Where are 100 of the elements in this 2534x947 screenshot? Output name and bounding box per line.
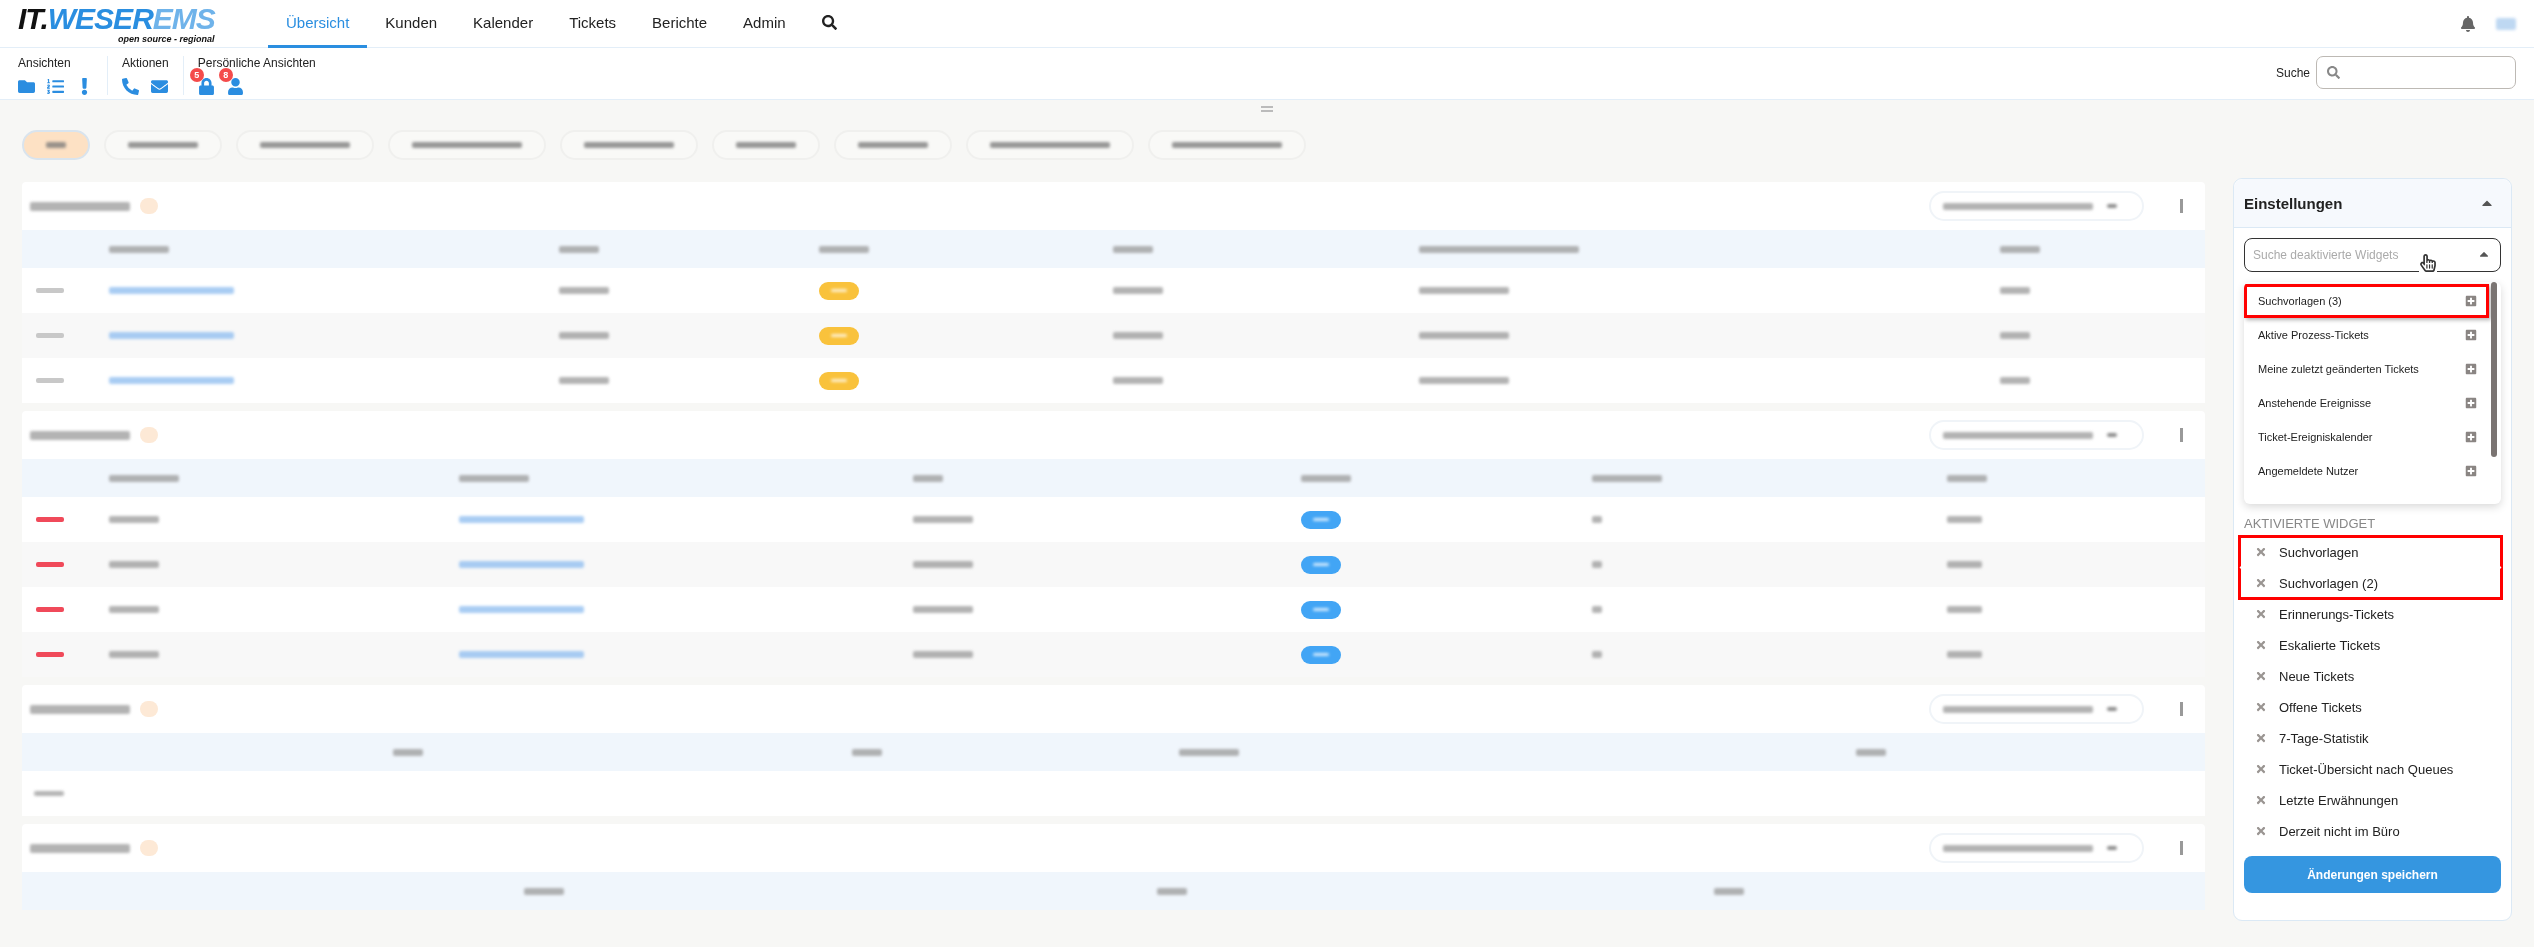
lock-icon[interactable] [197, 78, 215, 95]
remove-icon[interactable] [2255, 639, 2267, 651]
blurred-column-header [559, 245, 599, 253]
section-heading: AKTIVIERTE WIDGET [2244, 516, 2377, 531]
remove-icon[interactable] [2255, 546, 2267, 558]
collapse-handle[interactable] [1261, 106, 1273, 112]
blurred-count [140, 427, 158, 443]
plus-icon[interactable] [2465, 295, 2477, 307]
blurred-column-header [1157, 887, 1188, 895]
sort-dropdown[interactable] [1929, 833, 2144, 863]
hand-cursor-icon [2419, 254, 2437, 272]
sort-dropdown[interactable] [1929, 191, 2144, 221]
filter-chip[interactable] [966, 130, 1134, 160]
blurred-column-header [1301, 474, 1352, 482]
blurred-text [559, 377, 609, 384]
plus-icon[interactable] [2465, 397, 2477, 409]
search-icon[interactable] [821, 14, 837, 30]
blurred-text [1113, 377, 1164, 384]
blurred-text [1999, 377, 2030, 384]
dropdown-item[interactable]: Angemeldete Nutzer [2244, 454, 2489, 488]
filter-chip[interactable] [388, 130, 546, 160]
remove-icon[interactable] [2255, 670, 2267, 682]
toolbar-group-label: Ansichten [18, 56, 72, 70]
dropdown-item[interactable]: Suchvorlagen (3) [2244, 284, 2489, 318]
blurred-text [1591, 651, 1602, 658]
toolbar-group-label: Aktionen [122, 56, 169, 70]
search-label: Suche [2275, 66, 2310, 80]
blurred-text [912, 516, 973, 523]
search-field[interactable] [2316, 56, 2516, 89]
filter-chip[interactable] [236, 130, 374, 160]
blurred-text [109, 516, 160, 523]
dropdown-item[interactable]: Aktive Prozess-Tickets [2244, 318, 2489, 352]
nav-tab[interactable]: Kunden [367, 0, 456, 48]
remove-icon[interactable] [2255, 763, 2267, 775]
filter-chip[interactable] [22, 130, 90, 160]
blurred-column-header [1591, 474, 1662, 482]
plus-icon[interactable] [2465, 465, 2477, 477]
remove-icon[interactable] [2255, 608, 2267, 620]
nav-tab[interactable]: Berichte [634, 0, 726, 48]
filter-chip[interactable] [104, 130, 222, 160]
blurred-link[interactable] [458, 516, 584, 523]
active-widget-item: Derzeit nicht im Büro [2238, 814, 2503, 848]
blurred-link[interactable] [109, 287, 235, 294]
scrollbar-thumb[interactable] [2491, 282, 2497, 457]
sort-dropdown[interactable] [1929, 420, 2144, 450]
sort-dropdown[interactable] [1929, 694, 2144, 724]
dropdown-item[interactable]: Meine zuletzt geänderten Tickets [2244, 352, 2489, 386]
remove-icon[interactable] [2255, 794, 2267, 806]
blurred-text [912, 651, 973, 658]
plus-icon[interactable] [2465, 363, 2477, 375]
blurred-column-header [1113, 245, 1154, 253]
nav-tab[interactable]: Admin [725, 0, 804, 48]
blurred-column-header [1855, 748, 1886, 756]
filter-chip[interactable] [560, 130, 698, 160]
user-icon[interactable] [226, 78, 244, 95]
company-logo[interactable]: IT.WESEREMS open source - regional [18, 3, 248, 44]
active-widget-item: Suchvorlagen [2238, 535, 2503, 569]
search-icon [2327, 66, 2340, 79]
nav-tab[interactable]: Kalender [455, 0, 552, 48]
blurred-text [1999, 332, 2030, 339]
plus-icon[interactable] [2465, 431, 2477, 443]
active-widget-item: Suchvorlagen (2) [2238, 566, 2503, 600]
blurred-text [34, 791, 64, 796]
blurred-column-header [851, 748, 882, 756]
count-badge: 5 [189, 68, 204, 82]
panel-title: Einstellungen [2244, 194, 2343, 212]
blurred-link[interactable] [458, 606, 584, 613]
blurred-count [140, 701, 158, 717]
plus-icon[interactable] [2465, 329, 2477, 341]
numbered-list-icon[interactable] [47, 78, 64, 95]
remove-icon[interactable] [2255, 577, 2267, 589]
blurred-column-header [458, 474, 529, 482]
bell-icon[interactable] [2460, 15, 2476, 32]
blurred-column-header [109, 245, 170, 253]
filter-chip[interactable] [834, 130, 952, 160]
phone-icon[interactable] [122, 78, 139, 95]
widget-search-field[interactable]: Suche deaktivierte Widgets [2244, 238, 2501, 272]
blurred-text [1947, 651, 1983, 658]
dropdown-item[interactable]: Ticket-Ereigniskalender [2244, 420, 2489, 454]
blurred-text [1947, 606, 1983, 613]
blurred-column-header [393, 748, 424, 756]
count-badge: 8 [218, 68, 233, 82]
remove-icon[interactable] [2255, 732, 2267, 744]
blurred-text [109, 651, 160, 658]
blurred-text [1113, 332, 1164, 339]
nav-tab[interactable]: Tickets [551, 0, 635, 48]
folder-icon[interactable] [18, 78, 35, 95]
envelope-icon[interactable] [151, 78, 168, 95]
dropdown-item[interactable]: Anstehende Ereignisse [2244, 386, 2489, 420]
filter-chip[interactable] [712, 130, 820, 160]
blurred-column-header [1947, 474, 1988, 482]
blurred-column-header [1999, 245, 2040, 253]
filter-chip[interactable] [1148, 130, 1306, 160]
blurred-text [559, 287, 609, 294]
remove-icon[interactable] [2255, 701, 2267, 713]
blurred-link[interactable] [109, 377, 235, 384]
blurred-column-header [109, 474, 180, 482]
remove-icon[interactable] [2255, 825, 2267, 837]
blurred-count [140, 840, 158, 856]
active-widget-item: 7-Tage-Statistik [2238, 721, 2503, 755]
